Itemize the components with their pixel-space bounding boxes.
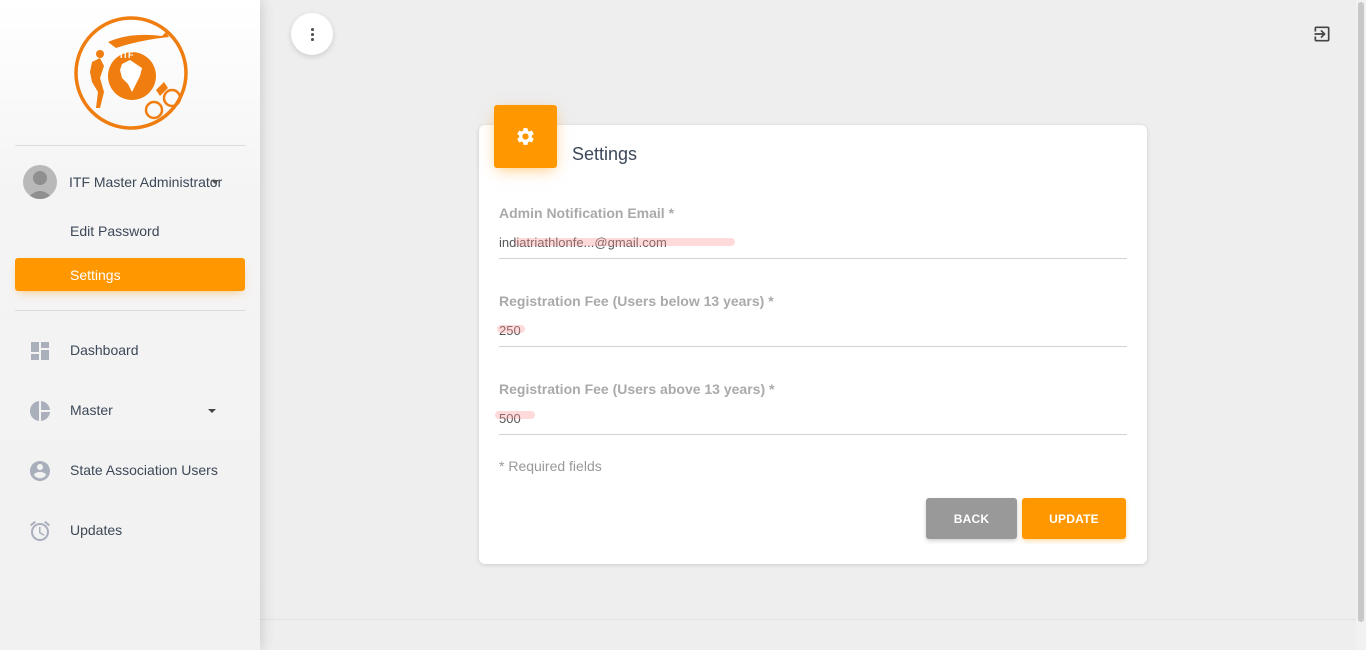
- gear-icon: [517, 128, 534, 145]
- input-underline: [499, 434, 1127, 435]
- account-circle-icon: [28, 459, 52, 483]
- logo-text: ITF: [120, 50, 134, 60]
- edit-password-link[interactable]: Edit Password: [70, 223, 159, 239]
- sidebar-item-label: Settings: [70, 267, 121, 283]
- sidebar-item-state-association-users[interactable]: State Association Users: [15, 450, 245, 490]
- admin-email-label: Admin Notification Email *: [499, 205, 675, 221]
- back-button[interactable]: BACK: [926, 498, 1017, 539]
- page-title: Settings: [572, 144, 638, 164]
- required-fields-note: * Required fields: [499, 458, 602, 474]
- user-name: ITF Master Administrator: [69, 174, 223, 190]
- sidebar-item-updates[interactable]: Updates: [15, 510, 245, 550]
- logout-icon: [1314, 26, 1330, 42]
- fee-below-13-label: Registration Fee (Users below 13 years) …: [499, 293, 774, 309]
- sidebar-item-label: State Association Users: [70, 462, 218, 478]
- sidebar-divider: [15, 310, 246, 311]
- user-menu-toggle[interactable]: ITF Master Administrator: [23, 165, 243, 201]
- pie-chart-icon: [28, 399, 52, 423]
- card-header-icon: [494, 105, 557, 168]
- redaction-mark: [495, 411, 535, 419]
- sidebar-item-label: Updates: [70, 522, 123, 538]
- fee-above-13-label: Registration Fee (Users above 13 years) …: [499, 381, 775, 397]
- update-button[interactable]: UPDATE: [1022, 498, 1126, 539]
- dashboard-icon: [28, 339, 52, 363]
- alarm-icon: [28, 519, 52, 543]
- itf-logo[interactable]: ITF: [70, 12, 192, 134]
- sidebar-item-master[interactable]: Master: [15, 390, 245, 430]
- sidebar-item-settings[interactable]: Settings: [15, 258, 245, 291]
- sidebar-item-label: Master: [70, 402, 113, 418]
- sidebar-divider: [15, 145, 246, 146]
- sidebar-toggle-button[interactable]: [291, 13, 333, 55]
- sidebar: ITF ITF Master Administrator Edit Passwo…: [0, 0, 260, 650]
- chevron-down-icon: [208, 409, 216, 413]
- scrollbar-thumb[interactable]: [1358, 2, 1364, 622]
- input-underline: [499, 258, 1127, 259]
- sidebar-item-label: Dashboard: [70, 342, 139, 358]
- input-underline: [499, 346, 1127, 347]
- avatar: [23, 165, 57, 199]
- chevron-down-icon: [211, 180, 219, 184]
- fee-below-13-input[interactable]: [499, 319, 1127, 341]
- redaction-mark: [497, 325, 525, 333]
- fee-above-13-input[interactable]: [499, 407, 1127, 429]
- footer-divider: [260, 619, 1356, 620]
- logout-button[interactable]: [1312, 24, 1332, 44]
- sidebar-item-dashboard[interactable]: Dashboard: [15, 330, 245, 370]
- redaction-mark: [515, 238, 735, 246]
